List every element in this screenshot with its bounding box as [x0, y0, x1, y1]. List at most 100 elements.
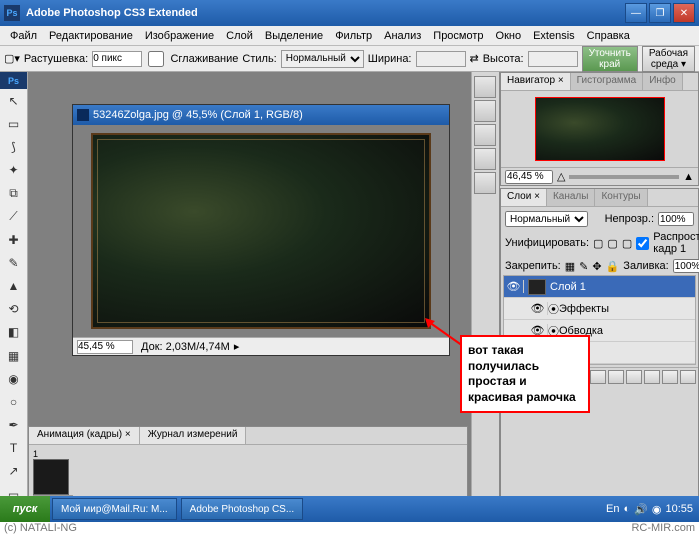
layer-item-1[interactable]: 👁 Слой 1 [504, 276, 695, 298]
propagate-checkbox[interactable] [636, 237, 649, 250]
menu-window[interactable]: Окно [490, 28, 528, 44]
menu-layer[interactable]: Слой [220, 28, 259, 44]
lock-pixels-icon[interactable]: ✎ [579, 260, 588, 273]
width-input[interactable] [416, 51, 466, 67]
tray-icon[interactable]: ◐ [624, 503, 631, 515]
blend-mode-select[interactable]: Нормальный [505, 211, 588, 227]
marquee-tool-icon[interactable]: ▭ [2, 113, 26, 134]
history-brush-tool-icon[interactable]: ⟲ [2, 299, 26, 320]
lang-indicator[interactable]: En [606, 503, 619, 515]
sidebar-button-5[interactable] [474, 172, 496, 194]
annotation-callout: вот такая получилась простая и красивая … [460, 335, 590, 413]
close-button[interactable]: ✕ [673, 3, 695, 23]
adjust-layer-icon[interactable] [626, 370, 642, 384]
minimize-button[interactable]: — [625, 3, 647, 23]
feather-input[interactable] [92, 51, 142, 67]
menu-file[interactable]: Файл [4, 28, 43, 44]
move-tool-icon[interactable]: ↖ [2, 90, 26, 111]
brush-tool-icon[interactable]: ✎ [2, 252, 26, 273]
refine-edge-button[interactable]: Уточнить край [582, 46, 638, 72]
zoom-slider[interactable] [569, 175, 679, 179]
tab-paths[interactable]: Контуры [595, 189, 647, 206]
layer-style-icon[interactable] [590, 370, 606, 384]
tray-icon[interactable]: 🔊 [634, 503, 648, 516]
lock-pos-icon[interactable]: ✥ [592, 260, 601, 273]
tab-navigator[interactable]: Навигатор × [501, 73, 571, 90]
lock-all-icon[interactable]: 🔒 [606, 260, 620, 273]
dodge-tool-icon[interactable]: ○ [2, 391, 26, 412]
gradient-tool-icon[interactable]: ▦ [2, 345, 26, 366]
maximize-button[interactable]: ❐ [649, 3, 671, 23]
document-titlebar[interactable]: 53246Zolga.jpg @ 45,5% (Слой 1, RGB/8) [73, 105, 449, 125]
tool-preset-icon[interactable]: ▢▾ [4, 52, 20, 65]
taskbar-item-mail[interactable]: Мой мир@Mail.Ru: M... [52, 498, 177, 520]
tab-measurements[interactable]: Журнал измерений [140, 427, 247, 444]
tab-layers[interactable]: Слои × [501, 189, 547, 206]
wand-tool-icon[interactable]: ✦ [2, 160, 26, 181]
crop-tool-icon[interactable]: ⧉ [2, 183, 26, 204]
delete-layer-icon[interactable] [680, 370, 696, 384]
tab-info[interactable]: Инфо [643, 73, 683, 90]
height-input[interactable] [528, 51, 578, 67]
canvas-image[interactable] [91, 133, 431, 329]
sidebar-button-4[interactable] [474, 148, 496, 170]
unify-icon-1[interactable]: ▢ [593, 237, 603, 250]
layer-mask-icon[interactable] [608, 370, 624, 384]
sidebar-button-3[interactable] [474, 124, 496, 146]
layer-effects-row[interactable]: 👁 ⦿ Эффекты [504, 298, 695, 320]
toolbox-header-icon[interactable]: Ps [0, 72, 27, 89]
visibility-icon[interactable]: 👁 [504, 280, 524, 293]
sidebar-button-1[interactable] [474, 76, 496, 98]
menu-analysis[interactable]: Анализ [378, 28, 427, 44]
antialias-label: Сглаживание [170, 53, 238, 65]
group-icon[interactable] [644, 370, 660, 384]
tab-channels[interactable]: Каналы [547, 189, 596, 206]
opacity-input[interactable] [658, 212, 694, 226]
taskbar-item-photoshop[interactable]: Adobe Photoshop CS... [181, 498, 304, 520]
menu-view[interactable]: Просмотр [427, 28, 489, 44]
zoom-in-icon[interactable]: ▲ [683, 171, 694, 183]
lock-label: Закрепить: [505, 260, 561, 272]
fx-icon: ⦿ [548, 301, 559, 317]
tab-histogram[interactable]: Гистограмма [571, 73, 644, 90]
zoom-out-icon[interactable]: △ [557, 170, 565, 183]
menu-extensis[interactable]: Extensis [527, 28, 581, 44]
eraser-tool-icon[interactable]: ◧ [2, 322, 26, 343]
clock[interactable]: 10:55 [665, 503, 693, 515]
style-select[interactable]: Нормальный [281, 50, 364, 68]
animation-frame-thumb[interactable] [33, 459, 69, 495]
pen-tool-icon[interactable]: ✒ [2, 414, 26, 435]
status-arrow-icon[interactable]: ▸ [234, 340, 240, 353]
navigator-thumbnail[interactable] [535, 97, 665, 161]
image-credits: (c) NATALI-NG RC-MIR.com [0, 522, 699, 536]
lock-trans-icon[interactable]: ▦ [565, 260, 575, 273]
lasso-tool-icon[interactable]: ⟆ [2, 137, 26, 158]
zoom-input[interactable] [77, 340, 133, 354]
credit-left: (c) NATALI-NG [4, 522, 77, 536]
menu-help[interactable]: Справка [581, 28, 636, 44]
unify-icon-2[interactable]: ▢ [607, 237, 617, 250]
blur-tool-icon[interactable]: ◉ [2, 368, 26, 389]
document-status-bar: Док: 2,03M/4,74M ▸ [73, 337, 449, 355]
eyedropper-tool-icon[interactable]: ⟋ [2, 206, 26, 227]
menu-filter[interactable]: Фильтр [329, 28, 378, 44]
nav-zoom-input[interactable] [505, 170, 553, 184]
tray-icon[interactable]: ◉ [652, 503, 662, 516]
new-layer-icon[interactable] [662, 370, 678, 384]
path-tool-icon[interactable]: ↗ [2, 461, 26, 482]
tab-animation[interactable]: Анимация (кадры) × [29, 427, 140, 444]
heal-tool-icon[interactable]: ✚ [2, 229, 26, 250]
fill-input[interactable] [673, 259, 699, 273]
stamp-tool-icon[interactable]: ▲ [2, 276, 26, 297]
menu-edit[interactable]: Редактирование [43, 28, 139, 44]
menu-select[interactable]: Выделение [259, 28, 329, 44]
start-button[interactable]: пуск [0, 496, 50, 522]
workspace-button[interactable]: Рабочая среда ▾ [642, 46, 695, 72]
unify-icon-3[interactable]: ▢ [622, 237, 632, 250]
type-tool-icon[interactable]: T [2, 438, 26, 459]
antialias-checkbox[interactable] [146, 51, 166, 67]
visibility-icon[interactable]: 👁 [528, 302, 548, 315]
menu-image[interactable]: Изображение [139, 28, 220, 44]
swap-icon[interactable]: ⇄ [470, 52, 479, 65]
sidebar-button-2[interactable] [474, 100, 496, 122]
